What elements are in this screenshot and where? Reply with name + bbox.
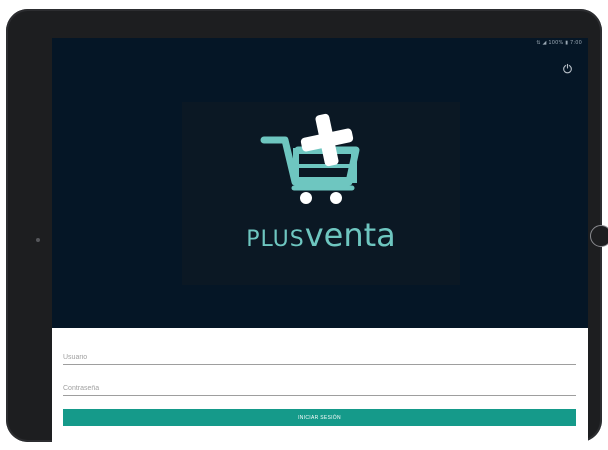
brand-prefix: PLUS (246, 227, 305, 252)
username-field-container (63, 342, 576, 368)
logo-panel: PLUSventa (182, 102, 460, 285)
brand-suffix: venta (304, 216, 396, 254)
login-button[interactable]: INICIAR SESIÓN (63, 409, 576, 426)
cart-plus-icon (260, 113, 360, 204)
status-bar: ⇅ ◢ 100% ▮ 7:00 (536, 40, 582, 46)
home-button[interactable] (590, 225, 608, 247)
power-icon[interactable] (562, 63, 573, 74)
password-input[interactable] (63, 373, 576, 399)
camera-dot (36, 238, 40, 242)
brand-wordmark: PLUSventa (182, 216, 460, 254)
password-field-container (63, 373, 576, 399)
login-form: INICIAR SESIÓN (52, 328, 588, 450)
tablet-frame: ⇅ ◢ 100% ▮ 7:00 PLUSventa Usuario INICIA… (6, 9, 608, 450)
username-input[interactable] (63, 342, 576, 368)
app-screen: ⇅ ◢ 100% ▮ 7:00 PLUSventa Usuario INICIA… (52, 38, 588, 450)
